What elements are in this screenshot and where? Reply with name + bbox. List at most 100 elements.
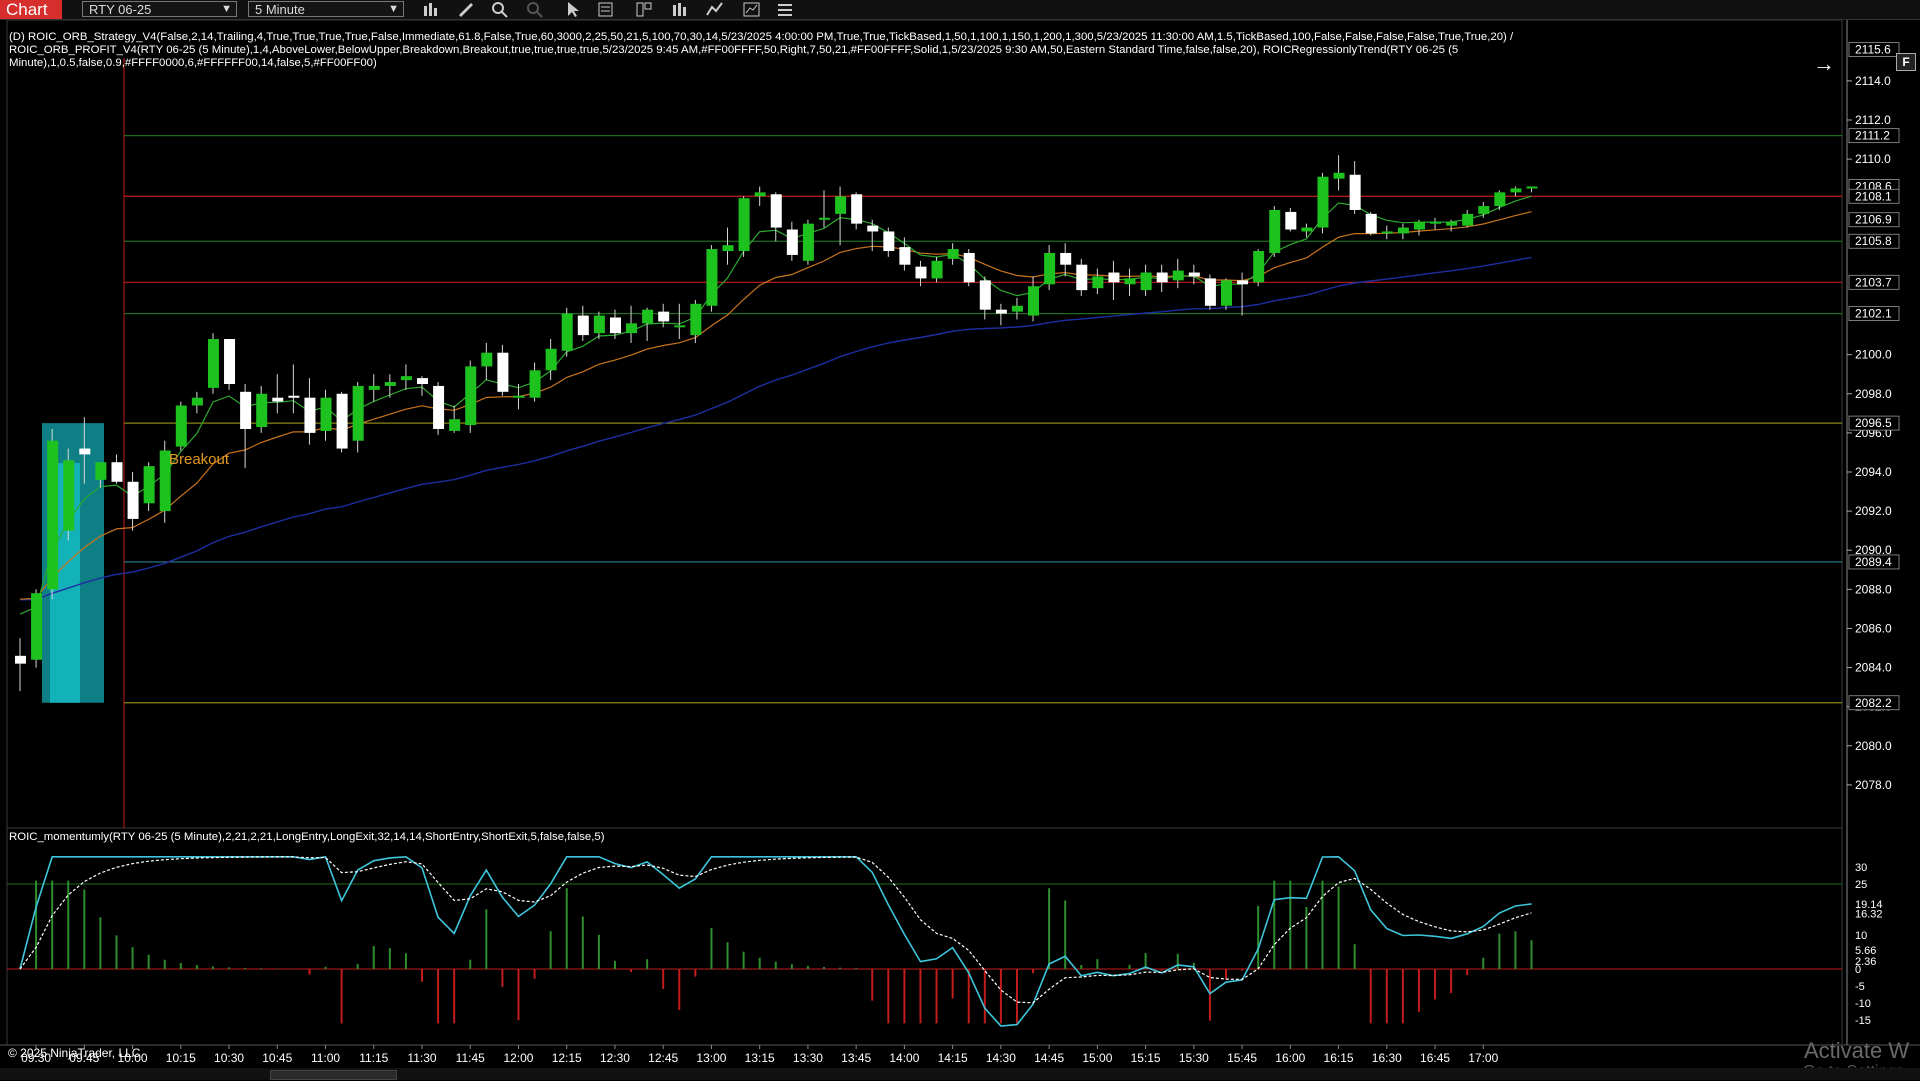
candle-body [111,462,123,482]
candle-body [738,198,750,252]
candle-body [95,462,107,480]
candle-body [770,194,782,228]
candle-body [1124,278,1136,285]
indicator-header-line2: ROIC_ORB_PROFIT_V4(RTY 06-25 (5 Minute),… [9,44,1459,56]
candle-body [626,323,638,334]
candle-body [320,397,332,431]
candle-body [127,481,139,519]
f-button[interactable]: F [1896,53,1916,71]
breakout-label: Breakout [169,451,230,468]
candle-body [1076,264,1088,291]
candle-body [915,266,927,279]
candle-body [1237,280,1249,285]
candle-body [1365,213,1377,234]
candle-body [1011,305,1023,312]
candle-body [384,382,396,386]
time-tick-label: 11:30 [407,1051,436,1065]
candle-body [304,397,316,433]
time-tick-label: 14:00 [889,1051,919,1065]
candle-body [433,385,445,429]
candle-body [642,309,654,324]
candle-body [191,397,203,406]
candle-body [417,378,428,384]
strategies-icon[interactable] [705,1,725,18]
candle-body [63,460,75,531]
time-tick-label: 12:00 [503,1051,533,1065]
price-tick-label: 2114.0 [1855,74,1891,88]
price-marker-label: 2108.1 [1855,189,1892,203]
interval-label: 5 Minute [255,2,305,17]
instrument-selector[interactable]: RTY 06-25 ▼ [82,1,237,17]
signal-line [19,856,1532,1004]
candle-body [465,366,477,426]
candle-body [979,280,991,310]
chevron-down-icon: ▼ [388,3,399,15]
price-marker-label: 2102.1 [1855,307,1892,321]
momentum-tick-label: 30 [1855,862,1867,874]
zoom-out-icon[interactable] [525,1,545,18]
candle-body [674,325,686,328]
time-tick-label: 14:45 [1034,1051,1064,1065]
copyright: © 2025 NinjaTrader, LLC [8,1046,141,1060]
candle-body [1172,270,1184,281]
time-tick-label: 13:00 [696,1051,726,1065]
candle-body [754,192,766,197]
candle-body [1285,211,1297,230]
candle-body [1044,252,1056,285]
price-tick-label: 2094.0 [1855,465,1892,479]
price-pane-border [6,20,1843,829]
indicator-header-line1: (D) ROIC_ORB_Strategy_V4(False,2,14,Trai… [9,31,1514,43]
time-tick-label: 16:15 [1324,1051,1354,1065]
interval-selector[interactable]: 5 Minute ▼ [248,1,404,17]
candle-body [79,448,91,455]
momentum-tick-label: -15 [1855,1015,1871,1027]
scrollbar-thumb[interactable] [270,1070,397,1080]
chart-tab[interactable]: Chart [0,0,62,19]
candle-body [352,385,364,441]
candle-body [529,370,541,398]
candle-body [143,466,155,504]
bar-type-icon[interactable] [421,1,441,18]
arrow-right-icon[interactable]: → [1813,53,1835,75]
chart-area[interactable]: Breakout 2114.0 2112.0 2110.0 2100.0 2098.0 20… [0,20,1920,1080]
properties-icon[interactable] [775,1,795,18]
momentum-header: ROIC_momentumly(RTY 06-25 (5 Minute),2,2… [9,831,605,843]
data-box-icon[interactable] [596,1,616,18]
price-tick-label: 2098.0 [1855,387,1892,401]
price-tick-label: 2092.0 [1855,504,1892,518]
time-tick-label: 13:15 [745,1051,775,1065]
price-tick-label: 2112.0 [1855,113,1891,127]
templates-icon[interactable] [634,1,654,18]
candle-body [15,655,26,664]
candle-body [577,315,589,336]
candle-body [1092,276,1104,289]
candle-body [835,196,847,214]
candle-body [561,313,573,351]
time-tick-label: 11:00 [311,1051,340,1065]
candle-body [1156,272,1168,283]
candle-body [272,397,284,402]
candle-body [1462,213,1474,226]
indicators-icon[interactable] [670,1,690,18]
candle-body [1060,252,1072,265]
candle-body [368,385,380,390]
time-tick-label: 14:15 [938,1051,968,1065]
zoom-in-icon[interactable] [490,1,510,18]
momentum-tick-label: -10 [1855,998,1871,1010]
candle-body [1349,174,1361,210]
chart-trader-icon[interactable] [742,1,762,18]
candle-body [1221,280,1232,306]
candle-body [175,405,187,447]
chart-toolbar: Chart RTY 06-25 ▼ 5 Minute ▼ [0,0,1920,20]
horizontal-scrollbar[interactable] [0,1068,1920,1080]
candle-body [513,395,525,398]
indicator-header-line3: Minute),1,0.5,false,0.9,#FFFF0000,6,#FFF… [9,57,377,69]
candle-body [1494,192,1506,207]
momentum-tick-label: 16.32 [1855,909,1883,921]
momentum-tick-label: 0 [1855,964,1861,976]
candle-body [449,419,461,431]
drawing-tool-icon[interactable] [456,1,476,18]
chart-canvas[interactable]: Breakout 2114.0 2112.0 2110.0 2100.0 2098.0 20… [0,20,1920,1068]
pointer-icon[interactable] [563,1,583,18]
momentum-tick-label: 10 [1855,930,1867,942]
